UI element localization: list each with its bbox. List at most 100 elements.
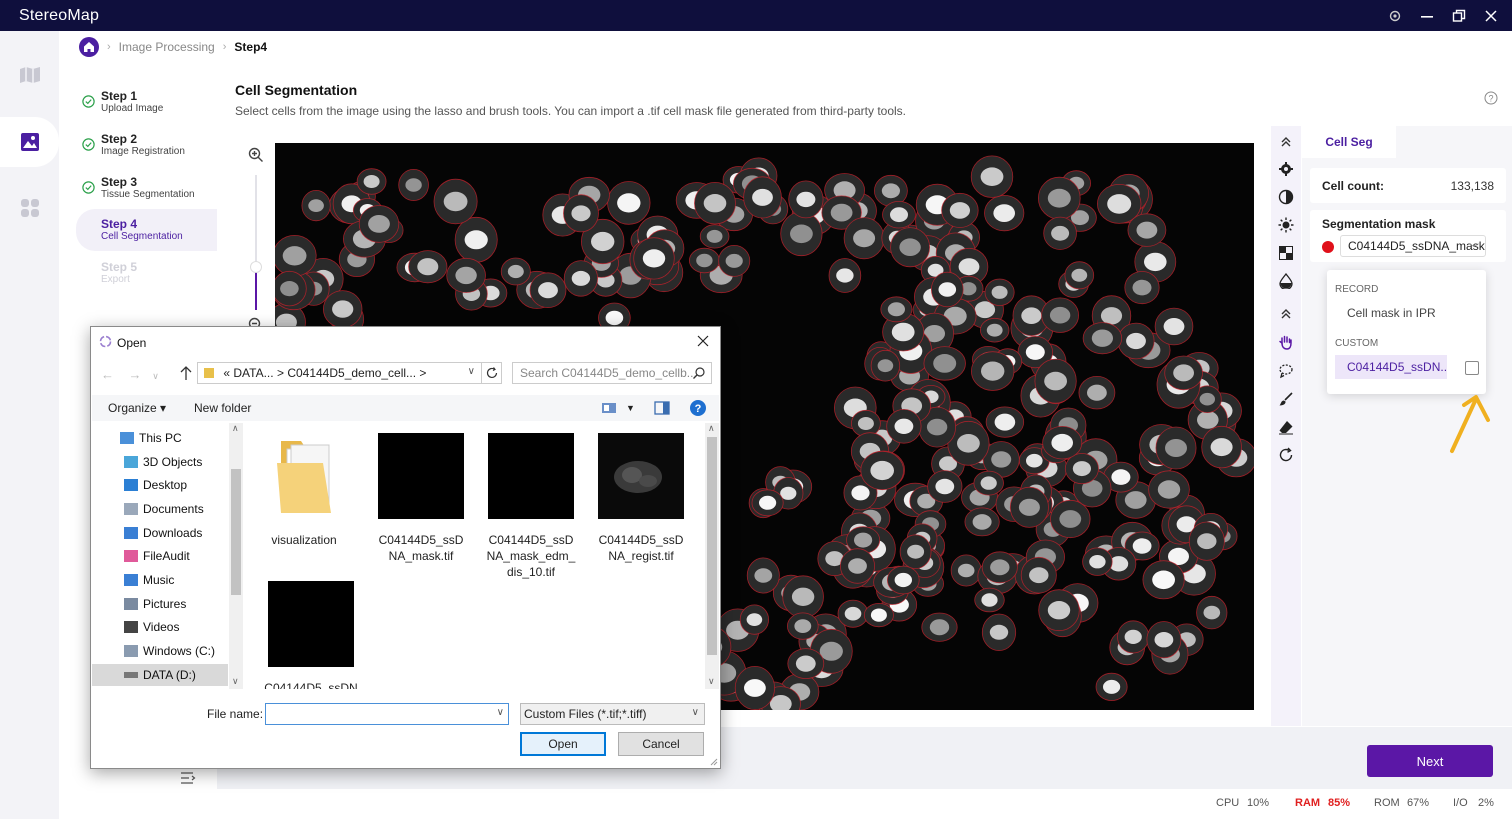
download-icon [124,527,138,539]
file-item-visualization[interactable]: visualization [252,423,356,548]
dropdown-item-record[interactable]: Cell mask in IPR [1335,301,1447,325]
file-name-input[interactable]: ∨ [265,703,509,725]
tab-cell-seg[interactable]: Cell Seg [1302,126,1396,158]
tree-item-this-pc[interactable]: This PC [120,427,182,449]
breadcrumb-image-processing[interactable]: Image Processing [119,40,215,54]
file-item-ssdn[interactable]: C04144D5_ssDN [259,571,363,689]
brightness-icon[interactable] [1278,217,1294,233]
tree-scroll-thumb[interactable] [231,469,241,595]
address-part[interactable]: C04144D5_demo_cell... [287,366,416,380]
cell-nucleus [754,568,773,583]
recent-chevron-icon[interactable]: ∨ [152,371,159,381]
tree-item-downloads[interactable]: Downloads [124,522,202,544]
organize-label: Organize [108,401,157,415]
scroll-up-icon[interactable]: ∧ [232,423,239,434]
tree-item-desktop[interactable]: Desktop [124,474,187,496]
address-bar[interactable]: « DATA... > C04144D5_demo_cell... > ∨ [197,362,482,384]
contrast-icon[interactable] [1278,189,1294,205]
eraser-icon[interactable] [1278,419,1294,435]
preview-pane-icon[interactable] [653,399,671,417]
tree-scrollbar[interactable]: ∧ ∨ [229,423,243,689]
cell-nucleus [981,593,998,607]
cell-nucleus [957,434,980,453]
scroll-down-icon[interactable]: ∨ [232,676,239,687]
step-3[interactable]: Step 3 Tissue Segmentation [76,169,217,207]
tree-item-videos[interactable]: Videos [124,616,179,638]
tree-item-windows-c[interactable]: Windows (C:) [124,640,215,662]
step-2[interactable]: Step 2 Image Registration [76,126,217,164]
home-icon[interactable] [79,37,99,57]
collapse-menu-icon[interactable] [180,771,196,785]
zoom-in-icon[interactable] [248,147,264,163]
file-item-mask-edm[interactable]: C04144D5_ssDNA_mask_edm_dis_10.tif [479,423,583,580]
tree-item-3d-objects[interactable]: 3D Objects [124,451,202,473]
close-icon[interactable] [1484,9,1498,23]
hand-pan-icon[interactable] [1278,334,1294,350]
tree-label: Documents [143,502,204,516]
refresh-button[interactable] [482,362,502,384]
lasso-icon[interactable] [1278,363,1294,379]
cell-nucleus [1091,329,1113,347]
settings-icon[interactable] [1388,9,1402,23]
tree-item-music[interactable]: Music [124,569,174,591]
settings-gear-icon[interactable] [1278,161,1294,177]
minimize-icon[interactable] [1420,9,1434,23]
mask-color-dot[interactable] [1322,241,1334,253]
segmentation-mask-select[interactable]: C04144D5_ssDNA_mask ﹀ [1340,235,1486,257]
dialog-close-icon[interactable] [696,334,710,348]
organize-button[interactable]: Organize ▾ [108,401,166,415]
file-scroll-thumb[interactable] [707,437,717,655]
checker-icon[interactable] [1278,245,1294,261]
search-icon[interactable] [692,366,706,380]
resize-grip-icon[interactable] [708,756,718,766]
search-input[interactable]: Search C04144D5_demo_cellb... [512,362,712,384]
rail-map-icon[interactable] [0,50,59,100]
page-title: Cell Segmentation [235,82,358,98]
forward-arrow-icon[interactable]: → [128,367,141,382]
help-icon[interactable]: ? [1484,91,1498,105]
brush-icon[interactable] [1278,391,1294,407]
view-chevron-icon[interactable]: ▼ [626,403,635,413]
help-circle-icon[interactable]: ? [689,399,707,417]
view-mode-icon[interactable] [600,399,618,417]
step-4[interactable]: Step 4 Cell Segmentation [76,209,217,251]
collapse-up-icon[interactable] [1278,134,1294,150]
restore-icon[interactable] [1452,9,1466,23]
cell-nucleus [857,417,874,430]
file-item-regist[interactable]: C04144D5_ssDNA_regist.tif [589,423,693,564]
step-subtitle: Image Registration [101,146,185,157]
rail-image-processing-icon[interactable] [0,117,59,167]
opacity-icon[interactable] [1278,273,1294,289]
next-button[interactable]: Next [1367,745,1493,777]
file-scrollbar[interactable]: ∧ ∨ [705,423,719,689]
cell-nucleus [1136,221,1158,239]
cell-nucleus [1163,318,1185,335]
tree-item-pictures[interactable]: Pictures [124,593,186,615]
tree-item-fileaudit[interactable]: FileAudit [124,545,190,567]
reset-icon[interactable] [1278,447,1294,463]
file-type-select[interactable]: Custom Files (*.tif;*.tiff) ∨ [520,703,705,725]
address-chevron-icon[interactable]: ∨ [468,366,475,377]
cancel-button[interactable]: Cancel [618,732,704,756]
cell-nucleus [1144,252,1167,272]
up-arrow-icon[interactable] [179,365,193,381]
chevron-down-icon[interactable]: ∨ [497,707,504,718]
address-part[interactable]: DATA... [233,366,273,380]
step-1[interactable]: Step 1 Upload Image [76,83,217,121]
dropdown-item-custom[interactable]: C04144D5_ssDN... [1335,355,1447,379]
new-folder-button[interactable]: New folder [194,401,251,415]
cell-nucleus [986,323,1003,337]
file-name: C04144D5_ssDN [264,681,358,689]
zoom-slider-handle[interactable] [250,261,262,273]
collapse-up-icon-2[interactable] [1278,306,1294,322]
scroll-up-icon[interactable]: ∧ [708,423,715,434]
open-button[interactable]: Open [520,732,606,756]
tree-item-documents[interactable]: Documents [124,498,204,520]
step-title: Step 1 [101,89,138,103]
file-item-mask[interactable]: C04144D5_ssDNA_mask.tif [369,423,473,564]
step-title: Step 5 [101,260,138,274]
back-arrow-icon[interactable]: ← [101,367,114,382]
rail-apps-icon[interactable] [0,183,59,233]
scroll-down-icon[interactable]: ∨ [708,676,715,687]
tree-item-data-d[interactable]: DATA (D:) [92,664,228,686]
